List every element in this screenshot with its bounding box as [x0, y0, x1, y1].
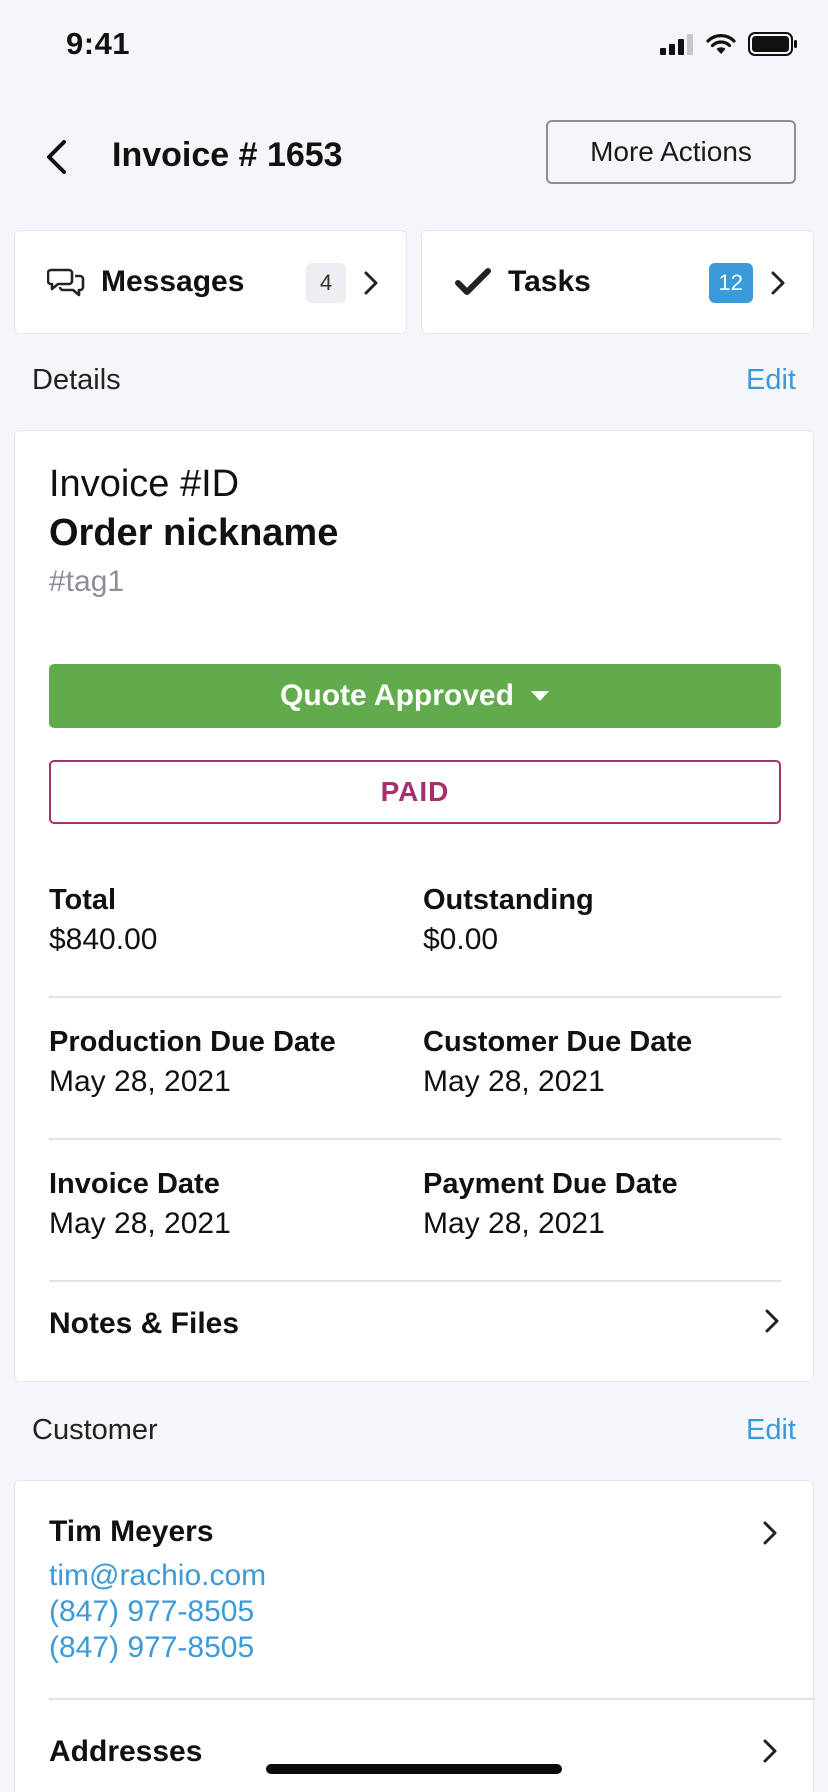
order-tag: #tag1 — [49, 565, 125, 598]
customer-due-field: Customer Due Date May 28, 2021 — [423, 1026, 692, 1099]
status-time: 9:41 — [66, 26, 131, 61]
page-title: Invoice # 1653 — [112, 136, 343, 174]
totals-row: Total $840.00 Outstanding $0.00 — [49, 856, 781, 998]
nav-header: Invoice # 1653 More Actions — [0, 104, 828, 204]
details-heading: Details — [32, 364, 121, 396]
order-nickname: Order nickname — [49, 512, 339, 554]
invoice-dates-row: Invoice Date May 28, 2021 Payment Due Da… — [49, 1140, 781, 1282]
messages-card[interactable]: Messages 4 — [14, 230, 407, 334]
chevron-right-icon — [771, 271, 785, 295]
messages-count-badge: 4 — [306, 263, 346, 303]
home-indicator[interactable] — [266, 1764, 562, 1774]
back-button[interactable] — [36, 132, 76, 182]
production-due-label: Production Due Date — [49, 1026, 336, 1058]
chevron-right-icon — [763, 1739, 777, 1763]
due-dates-row: Production Due Date May 28, 2021 Custome… — [49, 998, 781, 1140]
invoice-detail-screen: 9:41 Invoice # 1653 More Actions Message… — [0, 0, 828, 1792]
signal-icon — [660, 34, 693, 55]
back-chevron-icon — [47, 140, 66, 174]
outstanding-label: Outstanding — [423, 884, 594, 916]
production-due-value: May 28, 2021 — [49, 1065, 231, 1098]
addresses-label: Addresses — [49, 1735, 203, 1768]
customer-due-label: Customer Due Date — [423, 1026, 693, 1058]
outstanding-value: $0.00 — [423, 923, 499, 956]
customer-card: Tim Meyers tim@rachio.com (847) 977-8505… — [14, 1480, 815, 1792]
details-card: Invoice #ID Order nickname #tag1 Quote A… — [14, 430, 814, 1382]
details-edit-link[interactable]: Edit — [746, 364, 796, 397]
divider — [49, 1698, 815, 1700]
customer-email-link[interactable]: tim@rachio.com — [49, 1559, 266, 1593]
status-bar: 9:41 — [0, 0, 828, 92]
wifi-icon — [706, 34, 736, 54]
customer-name: Tim Meyers — [49, 1515, 214, 1548]
invoice-id: Invoice #ID — [49, 463, 240, 505]
chevron-right-icon — [364, 271, 378, 295]
quote-status-dropdown[interactable]: Quote Approved — [49, 664, 781, 728]
paid-status-badge: PAID — [49, 760, 781, 824]
customer-phone-link[interactable]: (847) 977-8505 — [49, 1595, 254, 1629]
checkmark-icon — [454, 265, 492, 299]
tasks-count-badge: 12 — [708, 263, 753, 303]
total-field: Total $840.00 — [49, 884, 157, 957]
chevron-right-icon — [763, 1521, 777, 1545]
caret-down-icon — [530, 691, 549, 701]
tasks-card[interactable]: Tasks 12 — [421, 230, 814, 334]
customer-phone-link[interactable]: (847) 977-8505 — [49, 1631, 254, 1665]
total-label: Total — [49, 884, 117, 916]
details-section-header: Details Edit — [32, 364, 796, 404]
chat-bubbles-icon — [47, 265, 85, 299]
invoice-date-value: May 28, 2021 — [49, 1207, 231, 1240]
messages-label: Messages — [101, 265, 245, 298]
chevron-right-icon — [765, 1309, 779, 1333]
customer-edit-link[interactable]: Edit — [746, 1414, 796, 1447]
customer-heading: Customer — [32, 1414, 158, 1446]
more-actions-button[interactable]: More Actions — [546, 120, 796, 184]
total-value: $840.00 — [49, 923, 158, 956]
notes-files-label: Notes & Files — [49, 1307, 240, 1340]
notes-files-row[interactable]: Notes & Files — [49, 1283, 781, 1355]
status-icons — [660, 32, 798, 56]
quote-status-label: Quote Approved — [280, 679, 514, 712]
production-due-field: Production Due Date May 28, 2021 — [49, 1026, 336, 1099]
customer-section-header: Customer Edit — [32, 1414, 796, 1454]
tasks-label: Tasks — [508, 265, 591, 298]
battery-icon — [748, 32, 797, 56]
customer-due-value: May 28, 2021 — [423, 1065, 605, 1098]
invoice-date-field: Invoice Date May 28, 2021 — [49, 1168, 231, 1241]
payment-due-value: May 28, 2021 — [423, 1207, 605, 1240]
payment-due-label: Payment Due Date — [423, 1168, 678, 1200]
invoice-date-label: Invoice Date — [49, 1168, 220, 1200]
payment-due-field: Payment Due Date May 28, 2021 — [423, 1168, 678, 1241]
outstanding-field: Outstanding $0.00 — [423, 884, 594, 957]
